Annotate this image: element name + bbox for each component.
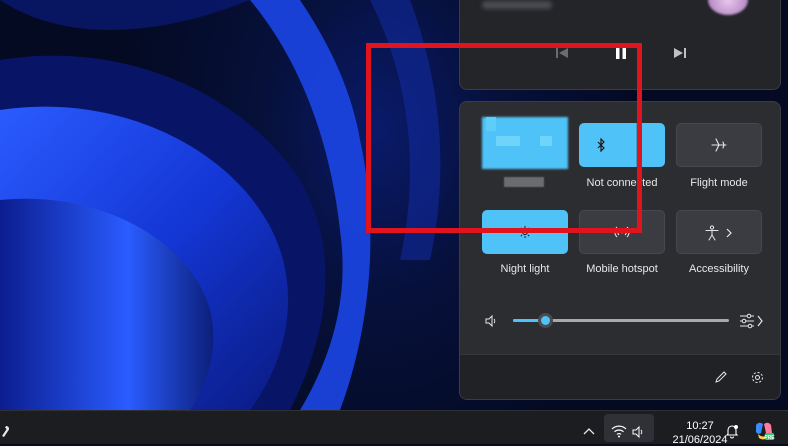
gear-icon[interactable]	[750, 370, 765, 385]
wifi-icon	[611, 425, 627, 438]
speaker-icon	[632, 426, 643, 438]
flight-mode-tile[interactable]	[676, 123, 762, 167]
speaker-icon[interactable]	[484, 314, 498, 328]
svg-text:PRE: PRE	[764, 435, 775, 441]
media-title-blurred	[482, 1, 552, 9]
clock-time[interactable]: 10:27	[680, 420, 720, 432]
next-icon[interactable]	[670, 43, 690, 63]
audio-output-icon[interactable]	[739, 313, 765, 329]
quick-settings-footer	[460, 354, 780, 399]
notification-bell-icon[interactable]	[724, 423, 740, 439]
pencil-icon[interactable]	[714, 370, 728, 384]
media-thumbnail	[708, 0, 748, 15]
accessibility-icon	[705, 225, 719, 241]
chevron-right-icon	[726, 228, 732, 238]
airplane-icon	[711, 138, 727, 152]
night-light-label: Night light	[500, 263, 550, 275]
flight-mode-label: Flight mode	[690, 177, 748, 189]
copilot-icon[interactable]: PRE	[753, 421, 775, 441]
volume-slider[interactable]	[513, 313, 729, 328]
chevron-up-icon[interactable]	[583, 426, 595, 436]
app-icon[interactable]	[0, 424, 12, 440]
accessibility-label: Accessibility	[689, 263, 749, 275]
mobile-hotspot-label: Mobile hotspot	[586, 263, 658, 275]
accessibility-tile[interactable]	[676, 210, 762, 254]
highlight-box	[366, 43, 642, 233]
